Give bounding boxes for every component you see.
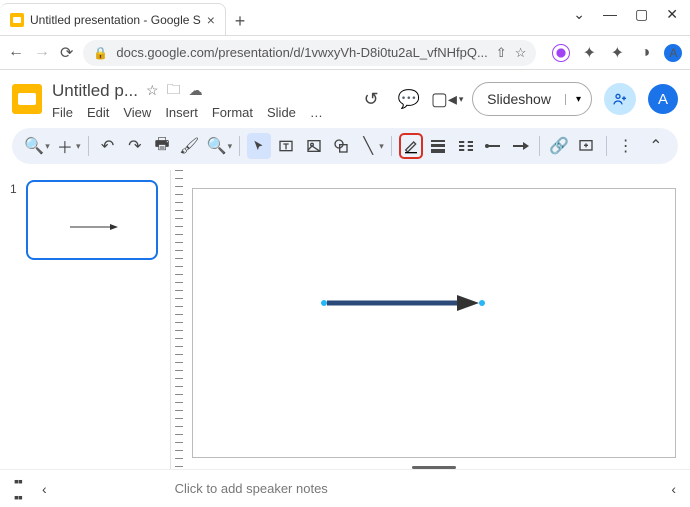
new-slide-icon[interactable]: ＋ [53, 133, 77, 159]
line-end-icon[interactable] [508, 133, 532, 159]
search-menus-icon[interactable]: 🔍 [22, 133, 46, 159]
vertical-ruler [170, 170, 188, 469]
line-color-icon[interactable] [399, 133, 424, 159]
slide-number: 1 [10, 182, 17, 196]
share-button[interactable] [604, 83, 636, 115]
move-document-icon[interactable]: 🗀 [167, 79, 181, 103]
star-document-icon[interactable]: ☆ [146, 82, 159, 99]
slides-favicon-icon [10, 13, 24, 27]
insert-comment-icon[interactable] [574, 133, 598, 159]
undo-icon[interactable]: ↶ [95, 133, 119, 159]
share-url-icon[interactable]: ⇧ [496, 45, 507, 61]
more-tools-icon[interactable]: ⋮ [614, 133, 638, 159]
select-tool-icon[interactable] [247, 133, 271, 159]
star-icon[interactable]: ☆ [515, 45, 527, 61]
thumbnail-arrow-icon [70, 222, 120, 232]
meet-icon[interactable]: ▢◂ ▾ [434, 89, 460, 110]
textbox-icon[interactable] [274, 133, 298, 159]
browser-profile-avatar[interactable]: A [664, 44, 682, 62]
grid-view-icon[interactable]: ▪▪▪▪ [14, 473, 22, 505]
explore-chevron-icon[interactable]: ‹ [671, 481, 676, 497]
history-icon[interactable]: ↺ [358, 89, 384, 110]
extension-shield-icon[interactable]: ◑ [636, 44, 654, 62]
close-window-icon[interactable]: ✕ [666, 6, 678, 23]
shape-icon[interactable] [329, 133, 353, 159]
slides-logo-icon[interactable] [12, 84, 42, 114]
account-avatar[interactable]: A [648, 84, 678, 114]
thumbnail-panel: 1 [0, 170, 170, 469]
image-icon[interactable] [302, 133, 326, 159]
paint-format-icon[interactable]: 🖌 [177, 133, 201, 159]
horizontal-ruler [192, 170, 676, 188]
menu-edit[interactable]: Edit [87, 105, 109, 120]
toolbar: 🔍▾ ＋▾ ↶ ↷ 🖶 🖌 🔍▾ ╲▾ 🔗 ⋮ ⌃ [12, 128, 678, 164]
lock-icon: 🔒 [93, 46, 108, 60]
slideshow-button-group: Slideshow ▾ [472, 82, 592, 116]
selection-handle-start[interactable] [321, 300, 327, 306]
print-icon[interactable]: 🖶 [150, 133, 174, 159]
menu-insert[interactable]: Insert [165, 105, 198, 120]
address-bar[interactable]: 🔒 docs.google.com/presentation/d/1vwxyVh… [83, 40, 536, 66]
minimize-icon[interactable]: — [603, 6, 617, 23]
cloud-status-icon[interactable]: ☁ [189, 82, 203, 99]
reload-button[interactable]: ⟳ [60, 43, 73, 63]
slide-thumbnail-1[interactable] [26, 180, 158, 260]
maximize-icon[interactable]: ▢ [635, 6, 648, 23]
tab-title: Untitled presentation - Google S [30, 13, 201, 27]
extension-play-icon[interactable] [552, 44, 570, 62]
menu-slide[interactable]: Slide [267, 105, 296, 120]
url-text: docs.google.com/presentation/d/1vwxyVh-D… [116, 45, 487, 60]
line-tool-icon[interactable]: ╲ [356, 133, 380, 159]
menu-view[interactable]: View [123, 105, 151, 120]
menu-format[interactable]: Format [212, 105, 253, 120]
insert-link-icon[interactable]: 🔗 [547, 133, 571, 159]
new-tab-button[interactable]: + [226, 7, 254, 35]
forward-button: → [34, 43, 50, 63]
line-start-icon[interactable] [481, 133, 505, 159]
browser-tab[interactable]: Untitled presentation - Google S × [0, 3, 226, 35]
menu-file[interactable]: File [52, 105, 73, 120]
notes-resize-handle[interactable] [412, 466, 456, 469]
line-weight-icon[interactable] [426, 133, 450, 159]
extension-sparkle-icon[interactable]: ✦ [580, 44, 598, 62]
document-title[interactable]: Untitled p... [52, 81, 138, 101]
comments-icon[interactable]: 💬 [396, 89, 422, 110]
line-dash-icon[interactable] [453, 133, 477, 159]
zoom-icon[interactable]: 🔍 [204, 133, 228, 159]
redo-icon[interactable]: ↷ [123, 133, 147, 159]
chevron-left-icon[interactable]: ‹ [42, 481, 47, 497]
extensions-puzzle-icon[interactable]: ✦ [608, 44, 626, 62]
collapse-toolbar-icon[interactable]: ⌃ [644, 133, 668, 159]
chevron-down-icon[interactable]: ⌄ [573, 6, 585, 23]
speaker-notes-input[interactable]: Click to add speaker notes [167, 477, 652, 500]
back-button[interactable]: ← [8, 43, 24, 63]
slideshow-dropdown[interactable]: ▾ [565, 94, 591, 105]
close-tab-icon[interactable]: × [207, 12, 215, 28]
selection-handle-end[interactable] [479, 300, 485, 306]
slide-canvas[interactable] [192, 188, 676, 458]
slideshow-button[interactable]: Slideshow [473, 91, 565, 107]
menu-more[interactable]: … [310, 105, 323, 120]
menu-bar: File Edit View Insert Format Slide … [52, 105, 348, 120]
selected-arrow-shape[interactable] [323, 294, 483, 312]
